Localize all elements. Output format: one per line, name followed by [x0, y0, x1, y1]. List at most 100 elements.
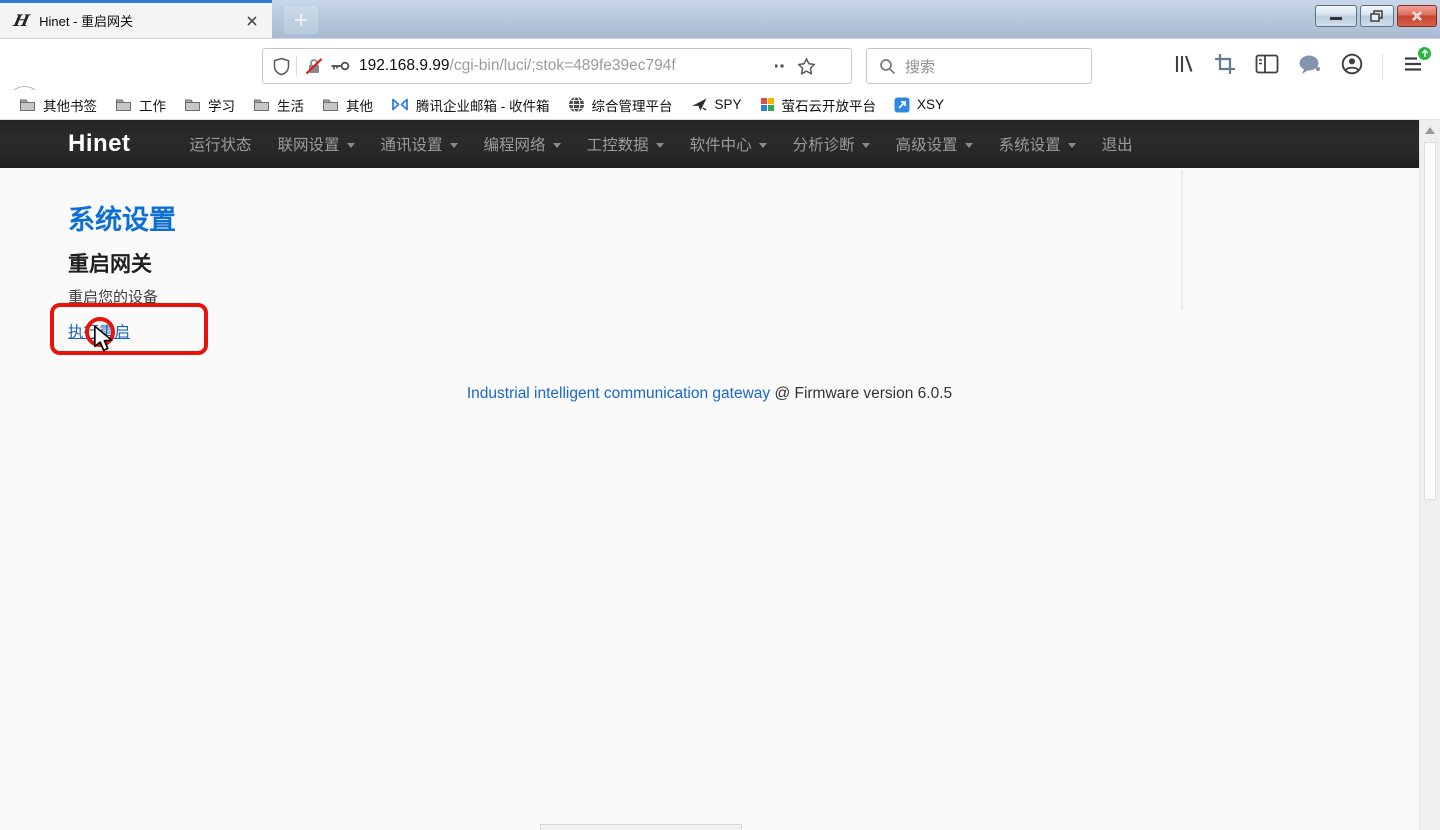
- site-navbar: Hinet 运行状态 联网设置 通讯设置编程网络 工控数据 软件中心 分析诊断 高级设置 系统…: [0, 120, 1419, 168]
- new-tab-button[interactable]: [284, 6, 318, 34]
- sidebar-icon[interactable]: [1255, 54, 1279, 79]
- chevron-down-icon: [1068, 143, 1076, 148]
- browser-tab[interactable]: H Hinet - 重启网关: [0, 0, 272, 38]
- chevron-down-icon: [759, 143, 767, 148]
- bookmark-label: 综合管理平台: [592, 95, 673, 115]
- bookmark-item[interactable]: 其他书签: [10, 93, 106, 117]
- brand-logo[interactable]: Hinet: [68, 130, 131, 158]
- folder-icon: [322, 98, 339, 112]
- menu-hamburger-icon[interactable]: [1402, 54, 1424, 79]
- library-icon[interactable]: [1173, 53, 1195, 80]
- url-text[interactable]: 192.168.9.99/cgi-bin/luci/;stok=489fe39e…: [359, 57, 763, 75]
- url-path: /cgi-bin/luci/;stok=489fe39ec794f: [450, 57, 676, 74]
- arrowbox-icon: [894, 97, 910, 113]
- nav-item-label: 退出: [1102, 133, 1133, 155]
- footer-gateway-link[interactable]: Industrial intelligent communication gat…: [467, 385, 770, 402]
- bookmark-item[interactable]: 工作: [106, 93, 175, 117]
- bookmark-item[interactable]: 腾讯企业邮箱 - 收件箱: [382, 93, 559, 117]
- scrollbar-thumb[interactable]: [1424, 142, 1436, 500]
- scrollbar[interactable]: [1419, 120, 1440, 830]
- partial-bottom-element: [540, 824, 742, 830]
- search-placeholder: 搜索: [905, 56, 935, 77]
- bookmark-label: 其他: [346, 95, 373, 115]
- folder-icon: [19, 98, 36, 112]
- tab-close-icon[interactable]: [242, 11, 262, 31]
- update-badge-icon: [1418, 47, 1431, 60]
- nav-item-label: 联网设置: [278, 133, 340, 155]
- nav-item-label: 编程网络: [484, 133, 546, 155]
- bookmarks-bar: 其他书签 工作 学习生活 其他 腾讯企业邮箱 - 收件箱 综合管理平台 SPY 萤石云开放平台…: [0, 90, 1440, 120]
- site-favicon-icon: H: [12, 11, 31, 30]
- bookmark-label: 萤石云开放平台: [782, 95, 877, 115]
- scroll-up-arrow-icon[interactable]: [1425, 127, 1435, 134]
- bookmark-star-icon[interactable]: [797, 57, 816, 76]
- chevron-down-icon: [656, 143, 664, 148]
- nav-item-label: 系统设置: [999, 133, 1061, 155]
- squares-icon: [760, 97, 775, 112]
- bookmark-item[interactable]: 综合管理平台: [559, 93, 682, 117]
- bookmark-label: XSY: [917, 97, 944, 112]
- insecure-lock-icon[interactable]: [305, 57, 323, 76]
- plane-icon: [691, 97, 708, 112]
- section-title: 系统设置: [68, 198, 176, 237]
- nav-item-label: 软件中心: [690, 133, 752, 155]
- nav-item[interactable]: 编程网络: [471, 133, 574, 155]
- account-icon[interactable]: [1341, 53, 1363, 80]
- nav-item[interactable]: 退出: [1089, 133, 1146, 155]
- nav-item[interactable]: 高级设置: [883, 133, 986, 155]
- nav-item-label: 运行状态: [190, 133, 252, 155]
- nav-item-label: 分析诊断: [793, 133, 855, 155]
- bookmark-item[interactable]: XSY: [885, 93, 953, 117]
- bookmark-item[interactable]: SPY: [682, 93, 751, 117]
- bookmark-label: SPY: [715, 97, 742, 112]
- toolbar-icons: [1173, 53, 1424, 80]
- bookmark-item[interactable]: 其他: [313, 93, 382, 117]
- window-close-button[interactable]: [1397, 5, 1437, 27]
- bookmark-label: 工作: [139, 95, 166, 115]
- url-host: 192.168.9.99: [359, 57, 450, 74]
- window-restore-button[interactable]: [1360, 5, 1394, 27]
- browser-window: H Hinet - 重启网关: [0, 0, 1440, 830]
- url-fade: [719, 51, 775, 81]
- nav-item[interactable]: 分析诊断: [780, 133, 883, 155]
- exmail-icon: [391, 97, 409, 112]
- chevron-down-icon: [347, 143, 355, 148]
- firmware-version: @ Firmware version 6.0.5: [770, 385, 952, 402]
- bookmark-label: 腾讯企业邮箱 - 收件箱: [416, 95, 550, 115]
- divider: [296, 56, 297, 76]
- nav-item[interactable]: 运行状态: [177, 133, 265, 155]
- bookmark-item[interactable]: 生活: [244, 93, 313, 117]
- bookmark-item[interactable]: 萤石云开放平台: [751, 93, 886, 117]
- window-minimize-button[interactable]: [1315, 5, 1357, 27]
- screenshot-icon[interactable]: [1214, 53, 1236, 80]
- key-icon: [330, 60, 350, 72]
- folder-icon: [253, 98, 270, 112]
- nav-item[interactable]: 联网设置: [265, 133, 368, 155]
- nav-item[interactable]: 软件中心: [677, 133, 780, 155]
- divider: [1382, 54, 1383, 80]
- bookmark-label: 其他书签: [43, 95, 97, 115]
- bookmark-item[interactable]: 学习: [175, 93, 244, 117]
- tracking-shield-icon[interactable]: [273, 57, 290, 76]
- window-controls: [1315, 5, 1437, 27]
- chevron-down-icon: [862, 143, 870, 148]
- globe-icon: [568, 96, 585, 113]
- nav-item[interactable]: 通讯设置: [368, 133, 471, 155]
- chevron-down-icon: [965, 143, 973, 148]
- content-divider: [1181, 170, 1183, 310]
- tab-title: Hinet - 重启网关: [39, 11, 242, 30]
- nav-item[interactable]: 系统设置: [986, 133, 1089, 155]
- url-bar[interactable]: 192.168.9.99/cgi-bin/luci/;stok=489fe39e…: [262, 48, 852, 84]
- nav-item-label: 工控数据: [587, 133, 649, 155]
- bookmark-label: 学习: [208, 95, 235, 115]
- nav-item-label: 高级设置: [896, 133, 958, 155]
- chat-bubble-icon[interactable]: [1298, 54, 1322, 80]
- browser-toolbar: 192.168.9.99/cgi-bin/luci/;stok=489fe39e…: [0, 38, 1440, 90]
- nav-item[interactable]: 工控数据: [574, 133, 677, 155]
- page-footer: Industrial intelligent communication gat…: [0, 385, 1419, 403]
- search-box[interactable]: 搜索: [866, 48, 1092, 84]
- folder-icon: [115, 98, 132, 112]
- mouse-cursor-icon: [93, 326, 115, 352]
- page-content: 系统设置 重启网关 重启您的设备 执行重启 Industrial intelli…: [0, 168, 1419, 830]
- nav-menu: 运行状态 联网设置 通讯设置编程网络 工控数据 软件中心 分析诊断 高级设置 系统设置 退出: [177, 133, 1146, 155]
